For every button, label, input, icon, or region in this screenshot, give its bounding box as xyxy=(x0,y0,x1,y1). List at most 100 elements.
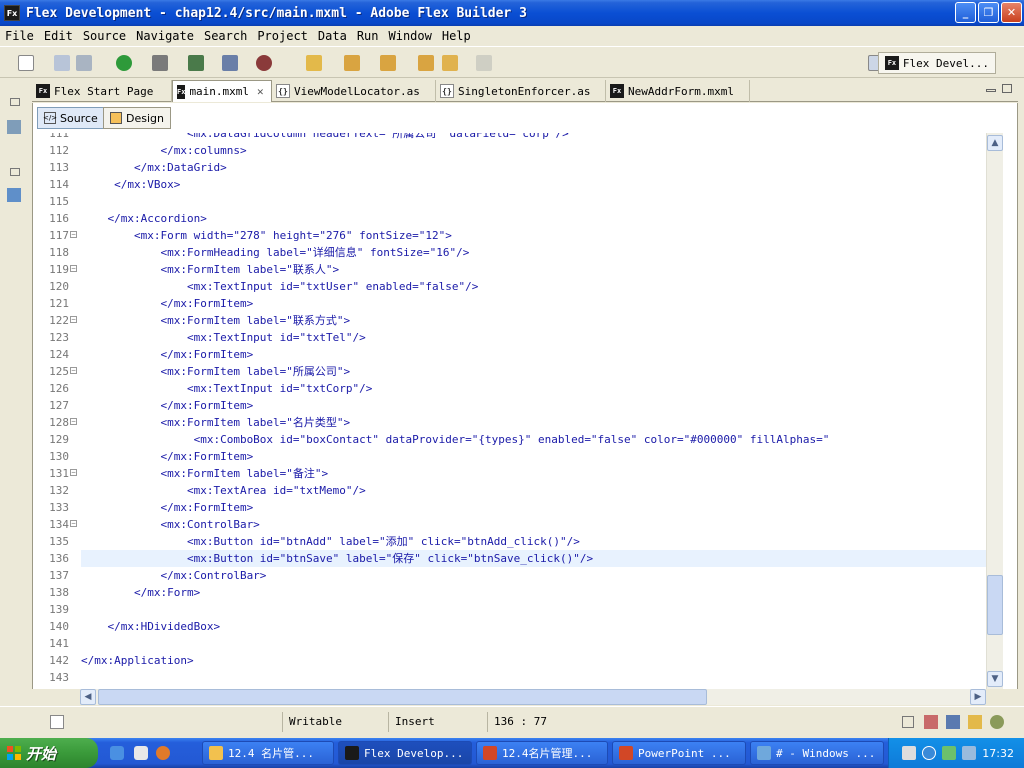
tab-viewmodellocator-as[interactable]: {} ViewModelLocator.as xyxy=(272,80,436,102)
quicklaunch-desktop-icon[interactable] xyxy=(134,746,148,760)
tab-main-mxml[interactable]: Fx main.mxml ✕ xyxy=(172,80,272,102)
code-line[interactable]: </mx:ControlBar> xyxy=(81,567,993,584)
external-tools-icon[interactable] xyxy=(256,55,272,71)
keyboard-icon[interactable] xyxy=(902,746,917,760)
quicklaunch-ie-icon[interactable] xyxy=(110,746,124,760)
source-mode-button[interactable]: </> Source xyxy=(37,107,105,129)
fast-view-icon[interactable] xyxy=(50,715,64,729)
code-line[interactable]: <mx:Form width="278" height="276" fontSi… xyxy=(81,227,993,244)
taskbar-button[interactable]: 12.4名片管理... xyxy=(476,741,608,765)
code-line[interactable]: <mx:FormItem label="联系人"> xyxy=(81,261,993,278)
save-icon[interactable] xyxy=(54,55,70,71)
tray-chevron-icon[interactable] xyxy=(922,746,937,760)
restore-button[interactable]: ❐ xyxy=(978,2,999,23)
close-tab-icon[interactable]: ✕ xyxy=(257,85,264,98)
new-file-icon[interactable] xyxy=(18,55,34,71)
status-icon-3[interactable] xyxy=(946,715,960,729)
scroll-down-button[interactable]: ▼ xyxy=(987,671,1003,687)
code-line[interactable] xyxy=(81,635,993,652)
horizontal-scroll-thumb[interactable] xyxy=(98,689,707,705)
scroll-up-button[interactable]: ▲ xyxy=(987,135,1003,151)
taskbar-button[interactable]: PowerPoint ... xyxy=(612,741,746,765)
code-line[interactable]: <mx:Button id="btnAdd" label="添加" click=… xyxy=(81,533,993,550)
code-line[interactable] xyxy=(81,601,993,618)
menu-data[interactable]: Data xyxy=(313,29,352,43)
menu-search[interactable]: Search xyxy=(199,29,252,43)
vertical-scroll-thumb[interactable] xyxy=(987,575,1003,636)
code-line[interactable]: <mx:DataGridColumn headerText="所属公司" dat… xyxy=(81,133,993,142)
code-line[interactable]: <mx:FormItem label="所属公司"> xyxy=(81,363,993,380)
horizontal-scrollbar[interactable]: ◀ ▶ xyxy=(80,689,986,705)
status-icon-2[interactable] xyxy=(924,715,938,729)
code-line[interactable]: <mx:TextInput id="txtTel"/> xyxy=(81,329,993,346)
code-line[interactable]: </mx:Form> xyxy=(81,584,993,601)
code-editor[interactable]: 111 112 113 114 115 116 117−118 119−120 121 122−1… xyxy=(32,133,1018,689)
code-line[interactable]: </mx:Accordion> xyxy=(81,210,993,227)
minimize-button[interactable]: _ xyxy=(955,2,976,23)
code-line[interactable]: <mx:FormItem label="名片类型"> xyxy=(81,414,993,431)
code-line[interactable]: <mx:TextInput id="txtUser" enabled="fals… xyxy=(81,278,993,295)
menu-navigate[interactable]: Navigate xyxy=(131,29,199,43)
current-code-line[interactable]: <mx:Button id="btnSave" label="保存" click… xyxy=(81,550,993,567)
menu-project[interactable]: Project xyxy=(252,29,313,43)
network-icon[interactable] xyxy=(942,746,957,760)
fold-toggle-icon[interactable]: − xyxy=(70,418,77,425)
run-icon[interactable] xyxy=(116,55,132,71)
restore-view-icon[interactable] xyxy=(10,98,20,106)
fold-toggle-icon[interactable]: − xyxy=(70,469,77,476)
pencil-icon[interactable] xyxy=(306,55,322,71)
scroll-right-button[interactable]: ▶ xyxy=(970,689,986,705)
code-line[interactable]: </mx:Application> xyxy=(81,652,993,669)
prev-annotation-icon[interactable] xyxy=(380,55,396,71)
maximize-view-icon[interactable] xyxy=(1002,84,1012,93)
code-line[interactable]: <mx:TextInput id="txtCorp"/> xyxy=(81,380,993,397)
quicklaunch-firefox-icon[interactable] xyxy=(156,746,170,760)
code-line[interactable] xyxy=(81,193,993,210)
code-line[interactable]: <mx:FormItem label="联系方式"> xyxy=(81,312,993,329)
status-icon-1[interactable] xyxy=(902,716,914,728)
close-button[interactable]: ✕ xyxy=(1001,2,1022,23)
scroll-left-button[interactable]: ◀ xyxy=(80,689,96,705)
volume-icon[interactable] xyxy=(962,746,977,760)
debug-icon[interactable] xyxy=(152,55,168,71)
last-edit-icon[interactable] xyxy=(418,55,434,71)
print-icon[interactable] xyxy=(76,55,92,71)
fold-toggle-icon[interactable]: − xyxy=(70,520,77,527)
code-line[interactable]: </mx:FormItem> xyxy=(81,295,993,312)
code-line[interactable]: </mx:FormItem> xyxy=(81,397,993,414)
fold-toggle-icon[interactable]: − xyxy=(70,265,77,272)
restore-view-icon-2[interactable] xyxy=(10,168,20,176)
code-line[interactable]: </mx:HDividedBox> xyxy=(81,618,993,635)
menu-source[interactable]: Source xyxy=(78,29,131,43)
fold-toggle-icon[interactable]: − xyxy=(70,231,77,238)
next-annotation-icon[interactable] xyxy=(344,55,360,71)
menu-file[interactable]: File xyxy=(0,29,39,43)
code-line[interactable]: </mx:FormItem> xyxy=(81,499,993,516)
progress-icon[interactable] xyxy=(990,715,1004,729)
profile-icon[interactable] xyxy=(188,55,204,71)
fold-toggle-icon[interactable]: − xyxy=(70,316,77,323)
code-line[interactable]: </mx:FormItem> xyxy=(81,448,993,465)
tab-newaddrform-mxml[interactable]: Fx NewAddrForm.mxml xyxy=(606,80,750,102)
export-icon[interactable] xyxy=(222,55,238,71)
perspective-switcher[interactable]: Fx Flex Devel... xyxy=(877,52,996,74)
taskbar-button[interactable]: 12.4 名片管... xyxy=(202,741,334,765)
minimize-view-icon[interactable] xyxy=(986,89,996,92)
taskbar-button[interactable]: # - Windows ... xyxy=(750,741,884,765)
code-line[interactable]: </mx:FormItem> xyxy=(81,346,993,363)
menu-edit[interactable]: Edit xyxy=(39,29,78,43)
status-icon-4[interactable] xyxy=(968,715,982,729)
code-line[interactable]: <mx:TextArea id="txtMemo"/> xyxy=(81,482,993,499)
navigator-icon[interactable] xyxy=(7,120,21,134)
menu-help[interactable]: Help xyxy=(437,29,476,43)
code-line[interactable]: <mx:FormHeading label="详细信息" fontSize="1… xyxy=(81,244,993,261)
code-line[interactable]: </mx:columns> xyxy=(81,142,993,159)
code-line[interactable]: </mx:DataGrid> xyxy=(81,159,993,176)
tab-singletonenforcer-as[interactable]: {} SingletonEnforcer.as xyxy=(436,80,606,102)
code-line[interactable]: <mx:FormItem label="备注"> xyxy=(81,465,993,482)
code-area[interactable]: <mx:DataGridColumn headerText="所属公司" dat… xyxy=(81,133,993,689)
menu-window[interactable]: Window xyxy=(384,29,437,43)
code-line[interactable]: </mx:VBox> xyxy=(81,176,993,193)
forward-icon[interactable] xyxy=(476,55,492,71)
code-line[interactable] xyxy=(81,669,993,686)
